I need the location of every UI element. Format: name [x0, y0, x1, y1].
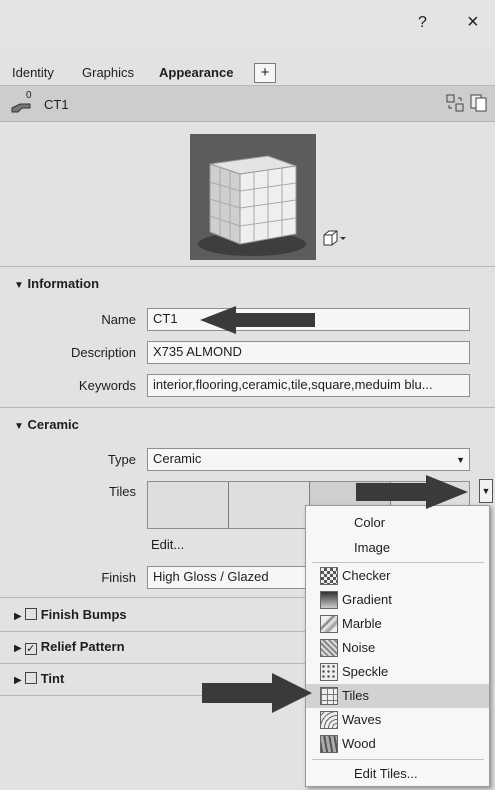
tiles-dropdown-button[interactable]: ▼: [479, 479, 493, 503]
duplicate-icon[interactable]: [446, 94, 464, 115]
ceramic-heading: Ceramic: [27, 417, 79, 432]
information-header[interactable]: ▼ Information: [14, 276, 99, 291]
divider: [0, 631, 305, 632]
menu-item-noise[interactable]: Noise: [306, 636, 489, 660]
speckle-icon: [320, 663, 338, 681]
material-preview: [190, 134, 316, 260]
description-label: Description: [70, 345, 136, 360]
type-label: Type: [107, 452, 136, 467]
preview-shape-icon[interactable]: [322, 229, 348, 250]
divider: [0, 266, 495, 267]
keywords-field[interactable]: interior,flooring,ceramic,tile,square,me…: [147, 374, 470, 397]
tab-identity[interactable]: Identity: [12, 65, 54, 80]
edit-tiles-link[interactable]: Edit...: [151, 537, 184, 552]
close-button[interactable]: ×: [467, 11, 479, 34]
tab-appearance[interactable]: Appearance: [159, 65, 233, 80]
divider: [0, 407, 495, 408]
waves-icon: [320, 711, 338, 729]
material-user-count: 0: [26, 90, 32, 101]
callout-arrow-right: [356, 475, 468, 509]
tile-swatch-cell: [229, 482, 310, 528]
description-field[interactable]: X735 ALMOND: [147, 341, 470, 364]
chevron-down-icon: ▼: [456, 455, 465, 465]
menu-item-tiles[interactable]: Tiles: [306, 684, 489, 708]
finish-select[interactable]: High Gloss / Glazed: [147, 566, 307, 589]
finish-bumps-label: Finish Bumps: [40, 607, 127, 622]
divider: [0, 663, 305, 664]
tint-row[interactable]: ▶ Tint: [14, 671, 64, 686]
checker-icon: [320, 567, 338, 585]
menu-item-image[interactable]: Image: [306, 536, 489, 560]
relief-pattern-row[interactable]: ▶ ✓ Relief Pattern: [14, 639, 125, 655]
menu-item-gradient[interactable]: Gradient: [306, 588, 489, 612]
add-tab-button[interactable]: +: [254, 63, 276, 83]
finish-label: Finish: [101, 570, 136, 585]
menu-item-wood[interactable]: Wood: [306, 732, 489, 756]
name-label: Name: [101, 312, 136, 327]
material-bar: 0 CT1: [0, 86, 495, 122]
callout-arrow-right: [202, 673, 312, 713]
type-select-value: Ceramic: [153, 451, 202, 466]
menu-separator: [312, 562, 484, 563]
callout-arrow-left: [200, 306, 315, 334]
type-select[interactable]: Ceramic ▼: [147, 448, 470, 471]
menu-item-marble[interactable]: Marble: [306, 612, 489, 636]
tiles-label: Tiles: [109, 484, 136, 499]
title-bar: ? ×: [0, 0, 495, 50]
gradient-icon: [320, 591, 338, 609]
relief-pattern-label: Relief Pattern: [40, 639, 125, 654]
texture-type-menu: Color Image Checker Gradient Marble Nois…: [305, 505, 490, 787]
menu-separator: [312, 759, 484, 760]
menu-item-waves[interactable]: Waves: [306, 708, 489, 732]
wood-icon: [320, 735, 338, 753]
tile-swatch-cell: [148, 482, 229, 528]
tab-graphics[interactable]: Graphics: [82, 65, 134, 80]
menu-item-edit-tiles[interactable]: Edit Tiles...: [306, 762, 489, 786]
menu-item-checker[interactable]: Checker: [306, 564, 489, 588]
help-button[interactable]: ?: [418, 14, 427, 32]
menu-item-speckle[interactable]: Speckle: [306, 660, 489, 684]
tiles-icon: [320, 687, 338, 705]
divider: [0, 597, 305, 598]
copy-icon[interactable]: [470, 94, 488, 115]
tab-bar: Identity Graphics Appearance +: [0, 58, 495, 86]
noise-icon: [320, 639, 338, 657]
finish-bumps-row[interactable]: ▶ Finish Bumps: [14, 607, 127, 622]
finish-select-value: High Gloss / Glazed: [153, 569, 269, 584]
finish-bumps-checkbox[interactable]: [24, 608, 37, 620]
ceramic-header[interactable]: ▼ Ceramic: [14, 417, 79, 432]
marble-icon: [320, 615, 338, 633]
menu-item-color[interactable]: Color: [306, 511, 489, 535]
information-heading: Information: [27, 276, 100, 291]
tint-label: Tint: [40, 671, 65, 686]
relief-pattern-checkbox[interactable]: ✓: [24, 643, 37, 655]
keywords-label: Keywords: [78, 378, 136, 393]
hand-icon: [10, 94, 40, 117]
material-name: CT1: [44, 97, 69, 112]
tint-checkbox[interactable]: [24, 672, 37, 684]
